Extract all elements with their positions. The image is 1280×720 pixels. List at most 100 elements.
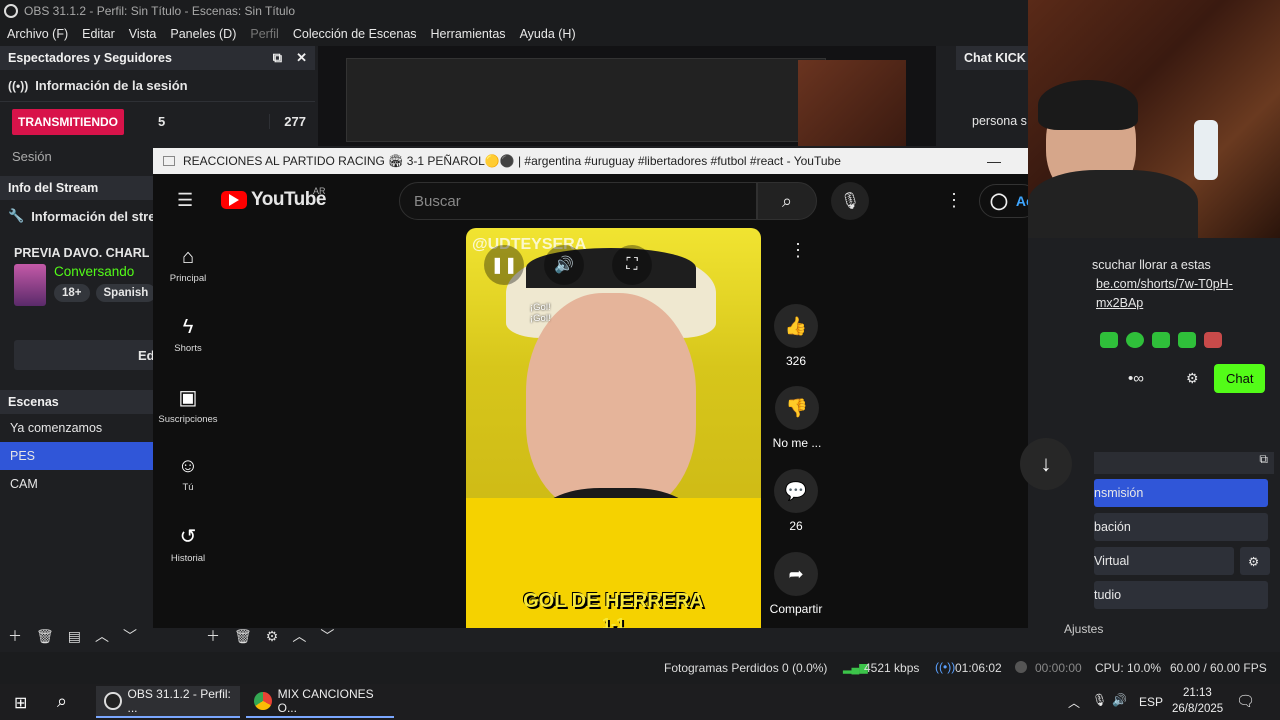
- source-up-icon[interactable]: ︿: [292, 626, 306, 646]
- viewers-dock-title: Espectadores y Seguidores ⧉ ✕: [0, 46, 315, 70]
- emote-icon: [1152, 332, 1170, 348]
- video-more-icon[interactable]: ⋮: [789, 240, 807, 261]
- windows-start-icon[interactable]: ⊞: [14, 693, 27, 713]
- like-button[interactable]: 👍 326: [773, 304, 819, 368]
- menu-ayuda[interactable]: Ayuda (H): [513, 27, 583, 41]
- studio-mode-button[interactable]: tudio: [1094, 581, 1268, 609]
- start-stream-button[interactable]: nsmisión: [1094, 479, 1268, 507]
- next-video-arrow-icon[interactable]: ↓: [1020, 438, 1072, 490]
- emote-icon: [1178, 332, 1196, 348]
- emote-row: [1100, 332, 1222, 348]
- scene-item[interactable]: CAM: [0, 470, 153, 498]
- add-scene-icon[interactable]: ＋: [8, 626, 22, 646]
- scene-item-selected[interactable]: PES: [0, 442, 153, 470]
- tray-language[interactable]: ESP: [1139, 695, 1163, 709]
- emote-icon: [1204, 332, 1222, 348]
- filter-icon[interactable]: ▤: [68, 628, 81, 645]
- tray-mic-icon[interactable]: 🎙: [1092, 693, 1107, 707]
- hamburger-menu-icon[interactable]: ☰: [177, 190, 193, 211]
- comments-button[interactable]: 💬 26: [773, 469, 819, 533]
- move-down-icon[interactable]: ﹀: [123, 626, 137, 646]
- nav-shorts[interactable]: ϟ Shorts: [153, 316, 223, 354]
- share-button[interactable]: ➦ Compartir: [763, 552, 829, 616]
- shorts-video-player[interactable]: @UDTEYSERA ¡Gol! ¡Gol! ❚❚ 🔊 ⛶ GOL DE HER…: [466, 228, 761, 628]
- taskbar-obs-label: OBS 31.1.2 - Perfil: ...: [127, 687, 231, 715]
- remove-scene-icon[interactable]: 🗑: [36, 628, 54, 645]
- start-recording-button[interactable]: bación: [1094, 513, 1268, 541]
- settings-button[interactable]: Ajustes: [1064, 622, 1103, 636]
- minimize-icon[interactable]: —: [987, 153, 1001, 169]
- source-settings-icon[interactable]: ⚙: [266, 628, 279, 645]
- history-icon: ↺: [179, 526, 197, 548]
- volume-icon[interactable]: 🔊: [544, 245, 584, 285]
- search-icon[interactable]: ⌕: [757, 182, 817, 220]
- more-options-icon[interactable]: ⋮: [945, 190, 963, 211]
- chat-message: scuchar llorar a estas: [1092, 258, 1211, 272]
- dropped-frames: Fotogramas Perdidos 0 (0.0%): [664, 661, 828, 675]
- move-up-icon[interactable]: ︿: [95, 626, 109, 646]
- remove-source-icon[interactable]: 🗑: [234, 628, 252, 645]
- menu-archivo[interactable]: Archivo (F): [0, 27, 75, 41]
- webcam-shirt: [1028, 170, 1198, 238]
- menu-herramientas[interactable]: Herramientas: [424, 27, 513, 41]
- obs-logo-icon: [4, 4, 18, 18]
- tray-date[interactable]: 26/8/2025: [1172, 703, 1223, 715]
- video-overlay-text: ¡Gol! ¡Gol!: [530, 302, 551, 324]
- virtual-camera-settings-icon[interactable]: ⚙: [1240, 547, 1270, 575]
- source-down-icon[interactable]: ﹀: [320, 626, 334, 646]
- youtube-window-titlebar: REACCIONES AL PARTIDO RACING 🏟 3-1 PEÑAR…: [153, 148, 1028, 174]
- category-thumbnail: [14, 264, 46, 306]
- windows-taskbar: ⊞ ⌕ OBS 31.1.2 - Perfil: ... MIX CANCION…: [0, 684, 1280, 720]
- search-input[interactable]: Buscar: [399, 182, 757, 220]
- microphone-icon[interactable]: 🎙: [831, 182, 869, 220]
- nav-home[interactable]: ⌂ Principal: [153, 246, 223, 284]
- chrome-app-icon: [254, 692, 272, 710]
- record-time: 00:00:00: [1035, 661, 1082, 675]
- fullscreen-icon[interactable]: ⛶: [612, 245, 652, 285]
- session-stats-row: TRANSMITIENDO 5 277: [0, 101, 315, 141]
- pause-icon[interactable]: ❚❚: [484, 245, 524, 285]
- scene-toolbar: ＋ 🗑 ▤ ︿ ﹀: [0, 624, 137, 648]
- add-source-icon[interactable]: ＋: [206, 626, 220, 646]
- tray-volume-icon[interactable]: 🔊: [1112, 693, 1127, 707]
- chat-settings-icon[interactable]: ⚙: [1186, 370, 1199, 387]
- float-dock-icon[interactable]: ⧉: [273, 50, 282, 66]
- scene-item[interactable]: Ya comenzamos: [0, 414, 153, 442]
- taskbar-search-icon[interactable]: ⌕: [57, 691, 67, 712]
- video-caption-score: 1-1: [601, 616, 626, 628]
- bitrate: 4521 kbps: [864, 661, 920, 675]
- menu-coleccion[interactable]: Colección de Escenas: [286, 27, 424, 41]
- menu-perfil[interactable]: Perfil: [243, 27, 285, 41]
- menu-paneles[interactable]: Paneles (D): [163, 27, 243, 41]
- tray-chevron-icon[interactable]: ︿: [1068, 694, 1080, 711]
- cpu-usage: CPU: 10.0%: [1095, 661, 1162, 675]
- play-glyph: [229, 194, 239, 206]
- video-face: [526, 293, 696, 513]
- close-dock-icon[interactable]: ✕: [296, 50, 307, 66]
- chat-link[interactable]: mx2BAp: [1096, 296, 1143, 310]
- virtual-camera-button[interactable]: Virtual: [1094, 547, 1234, 575]
- nav-subscriptions[interactable]: ▣ Suscripciones: [153, 385, 223, 425]
- tray-time[interactable]: 21:13: [1183, 687, 1212, 699]
- menu-editar[interactable]: Editar: [75, 27, 122, 41]
- menu-vista[interactable]: Vista: [122, 27, 164, 41]
- nav-history[interactable]: ↺ Historial: [153, 524, 223, 564]
- dislike-button[interactable]: 👎 No me ...: [767, 386, 827, 450]
- youtube-tab-title: REACCIONES AL PARTIDO RACING 🏟 3-1 PEÑAR…: [183, 154, 841, 168]
- obs-preview: [318, 46, 936, 146]
- session-info-header: ((•)) Información de la sesión: [0, 70, 315, 101]
- chat-extra-icon[interactable]: •∞: [1128, 370, 1144, 387]
- follower-count: 277: [269, 114, 306, 129]
- controls-dock-title: ⧉: [1094, 452, 1274, 474]
- nav-home-label: Principal: [169, 273, 207, 284]
- notification-icon[interactable]: 🗨: [1236, 692, 1255, 710]
- shorts-icon: ϟ: [182, 316, 194, 338]
- taskbar-obs-app[interactable]: OBS 31.1.2 - Perfil: ...: [96, 686, 240, 718]
- chat-link[interactable]: be.com/shorts/7w-T0pH-: [1096, 277, 1233, 291]
- like-count: 326: [785, 354, 807, 368]
- nav-you[interactable]: ☺ Tú: [153, 455, 223, 493]
- chat-send-button[interactable]: Chat: [1214, 364, 1266, 393]
- scene-list: Ya comenzamos PES CAM: [0, 414, 153, 564]
- home-icon: ⌂: [181, 246, 195, 268]
- taskbar-chrome-app[interactable]: MIX CANCIONES O...: [246, 686, 394, 718]
